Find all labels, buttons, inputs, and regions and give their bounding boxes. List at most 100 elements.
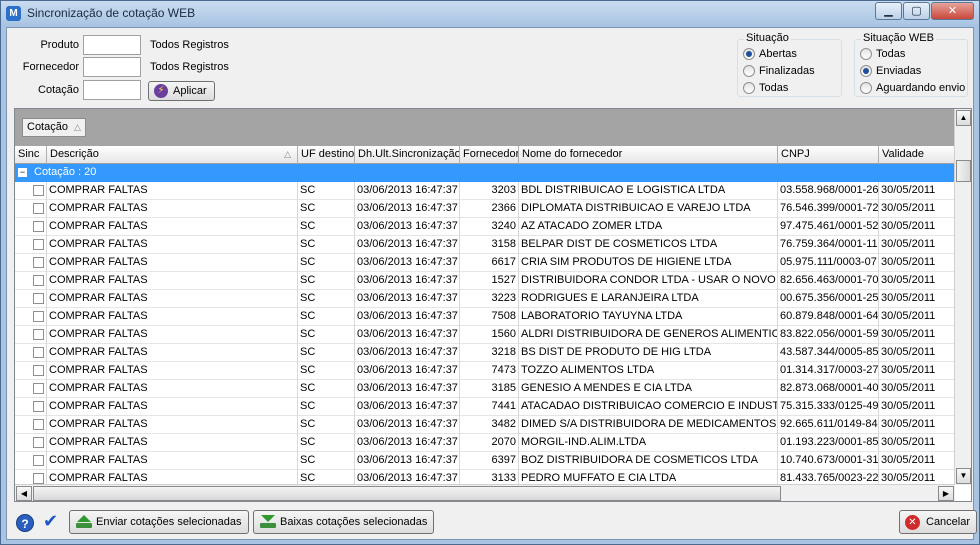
table-row[interactable]: COMPRAR FALTAS SC 03/06/2013 16:47:37 3223 R… [15, 290, 955, 308]
group-chip-cotacao[interactable]: Cotação △ [22, 118, 86, 137]
radio-web-todas[interactable]: Todas [860, 46, 905, 62]
cell-dh-sync: 03/06/2013 16:47:37 [355, 398, 460, 416]
sync-checkbox[interactable] [33, 419, 44, 430]
radio-todas[interactable]: Todas [743, 80, 788, 96]
header-dh-sync[interactable]: Dh.Ult.Sincronização [355, 146, 460, 164]
sync-checkbox[interactable] [33, 365, 44, 376]
radio-finalizadas[interactable]: Finalizadas [743, 63, 815, 79]
sync-checkbox[interactable] [33, 257, 44, 268]
cell-sinc [15, 308, 47, 326]
radio-web-aguardando[interactable]: Aguardando envio [860, 80, 965, 96]
title-bar[interactable]: M Sincronização de cotação WEB ▁ ▢ ✕ [1, 1, 979, 27]
radio-label: Finalizadas [759, 65, 815, 77]
radio-abertas[interactable]: Abertas [743, 46, 797, 62]
cell-nome-fornecedor: BDL DISTRIBUICAO E LOGISTICA LTDA [519, 182, 778, 200]
sync-checkbox[interactable] [33, 383, 44, 394]
sync-checkbox[interactable] [33, 221, 44, 232]
scroll-down-icon[interactable]: ▼ [956, 468, 971, 484]
sync-checkbox[interactable] [33, 239, 44, 250]
apply-button[interactable]: ⚡ Aplicar [148, 81, 215, 101]
header-validade[interactable]: Validade [879, 146, 955, 164]
window-title: Sincronização de cotação WEB [27, 6, 196, 20]
close-button[interactable]: ✕ [931, 2, 974, 20]
cell-descricao: COMPRAR FALTAS [47, 416, 298, 434]
minimize-button[interactable]: ▁ [875, 2, 902, 20]
cell-uf: SC [298, 182, 355, 200]
cell-cnpj: 00.675.356/0001-25 [778, 290, 879, 308]
send-quotes-button[interactable]: Enviar cotações selecionadas [69, 510, 249, 534]
sync-checkbox[interactable] [33, 185, 44, 196]
send-quotes-label: Enviar cotações selecionadas [96, 516, 242, 528]
cell-validade: 30/05/2011 [879, 290, 955, 308]
header-nome-fornecedor[interactable]: Nome do fornecedor [519, 146, 778, 164]
grid-rows: COMPRAR FALTAS SC 03/06/2013 16:47:37 3203 B… [15, 182, 955, 487]
table-row[interactable]: COMPRAR FALTAS SC 03/06/2013 16:47:37 3203 B… [15, 182, 955, 200]
table-row[interactable]: COMPRAR FALTAS SC 03/06/2013 16:47:37 6617 C… [15, 254, 955, 272]
footer-bar: ? ✔ Enviar cotações selecionadas Baixas … [7, 508, 978, 540]
table-row[interactable]: COMPRAR FALTAS SC 03/06/2013 16:47:37 1527 D… [15, 272, 955, 290]
cancel-button[interactable]: ✕ Cancelar [899, 510, 978, 534]
fornecedor-input[interactable] [83, 57, 141, 77]
table-row[interactable]: COMPRAR FALTAS SC 03/06/2013 16:47:37 6397 B… [15, 452, 955, 470]
cell-dh-sync: 03/06/2013 16:47:37 [355, 452, 460, 470]
cell-sinc [15, 254, 47, 272]
table-row[interactable]: COMPRAR FALTAS SC 03/06/2013 16:47:37 1560 A… [15, 326, 955, 344]
table-row[interactable]: COMPRAR FALTAS SC 03/06/2013 16:47:37 2366 D… [15, 200, 955, 218]
cell-validade: 30/05/2011 [879, 254, 955, 272]
table-row[interactable]: COMPRAR FALTAS SC 03/06/2013 16:47:37 7473 T… [15, 362, 955, 380]
table-row[interactable]: COMPRAR FALTAS SC 03/06/2013 16:47:37 3240 A… [15, 218, 955, 236]
cell-descricao: COMPRAR FALTAS [47, 380, 298, 398]
table-row[interactable]: COMPRAR FALTAS SC 03/06/2013 16:47:37 3482 D… [15, 416, 955, 434]
table-row[interactable]: COMPRAR FALTAS SC 03/06/2013 16:47:37 3218 B… [15, 344, 955, 362]
download-quotes-button[interactable]: Baixas cotações selecionadas [253, 510, 435, 534]
sync-checkbox[interactable] [33, 473, 44, 484]
cell-uf: SC [298, 326, 355, 344]
scroll-up-icon[interactable]: ▲ [956, 110, 971, 126]
checkmark-icon[interactable]: ✔ [43, 511, 58, 532]
client-area: Produto Todos Registros Fornecedor Todos… [6, 27, 978, 540]
cell-dh-sync: 03/06/2013 16:47:37 [355, 236, 460, 254]
help-icon[interactable]: ? [16, 514, 34, 532]
sync-checkbox[interactable] [33, 311, 44, 322]
header-sinc[interactable]: Sinc [15, 146, 47, 164]
cell-dh-sync: 03/06/2013 16:47:37 [355, 434, 460, 452]
header-descricao[interactable]: Descrição △ [47, 146, 298, 164]
sync-checkbox[interactable] [33, 401, 44, 412]
cell-uf: SC [298, 344, 355, 362]
maximize-button[interactable]: ▢ [903, 2, 930, 20]
radio-web-enviadas[interactable]: Enviadas [860, 63, 921, 79]
cell-descricao: COMPRAR FALTAS [47, 290, 298, 308]
cell-nome-fornecedor: DIMED S/A DISTRIBUIDORA DE MEDICAMENTOS [519, 416, 778, 434]
table-row[interactable]: COMPRAR FALTAS SC 03/06/2013 16:47:37 2070 M… [15, 434, 955, 452]
header-cnpj[interactable]: CNPJ [778, 146, 879, 164]
cell-validade: 30/05/2011 [879, 434, 955, 452]
sync-checkbox[interactable] [33, 347, 44, 358]
scroll-left-icon[interactable]: ◀ [16, 486, 32, 501]
situacao-web-title: Situação WEB [861, 32, 936, 44]
hscroll-thumb[interactable] [33, 486, 781, 501]
sync-checkbox[interactable] [33, 329, 44, 340]
cell-dh-sync: 03/06/2013 16:47:37 [355, 290, 460, 308]
table-row[interactable]: COMPRAR FALTAS SC 03/06/2013 16:47:37 3185 G… [15, 380, 955, 398]
sync-checkbox[interactable] [33, 203, 44, 214]
sync-checkbox[interactable] [33, 455, 44, 466]
cell-validade: 30/05/2011 [879, 398, 955, 416]
header-fornecedor[interactable]: Fornecedor [460, 146, 519, 164]
cotacao-input[interactable] [83, 80, 141, 100]
table-row[interactable]: COMPRAR FALTAS SC 03/06/2013 16:47:37 3158 B… [15, 236, 955, 254]
table-row[interactable]: COMPRAR FALTAS SC 03/06/2013 16:47:37 7508 L… [15, 308, 955, 326]
sync-checkbox[interactable] [33, 275, 44, 286]
vertical-scrollbar[interactable]: ▲ ▼ [954, 109, 971, 485]
scroll-right-icon[interactable]: ▶ [938, 486, 954, 501]
cell-descricao: COMPRAR FALTAS [47, 218, 298, 236]
table-row[interactable]: COMPRAR FALTAS SC 03/06/2013 16:47:37 7441 A… [15, 398, 955, 416]
horizontal-scrollbar[interactable]: ◀ ▶ [15, 484, 955, 501]
cell-uf: SC [298, 416, 355, 434]
sync-checkbox[interactable] [33, 293, 44, 304]
collapse-icon[interactable]: − [18, 168, 27, 177]
produto-input[interactable] [83, 35, 141, 55]
group-row-cotacao[interactable]: − Cotação : 20 [15, 164, 955, 182]
sync-checkbox[interactable] [33, 437, 44, 448]
scroll-thumb[interactable] [956, 160, 971, 182]
header-uf[interactable]: UF destino [298, 146, 355, 164]
